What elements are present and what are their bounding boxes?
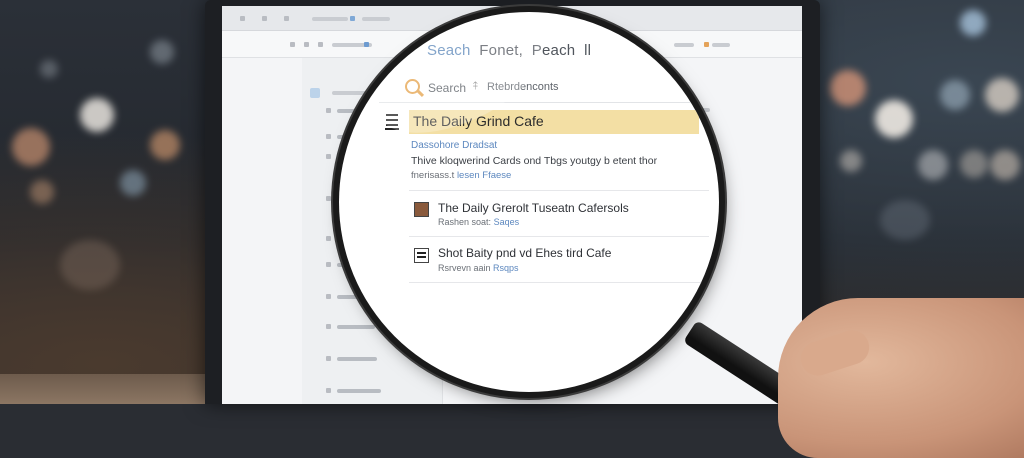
result-title-1[interactable]: The Daily Grerolt Tuseatn Cafersols	[438, 201, 629, 215]
detail-meta-link[interactable]: lesen	[457, 170, 480, 181]
detail-meta: fnerisass.t lesen Ffaese	[411, 170, 511, 181]
hand	[778, 298, 1024, 458]
result-sub-link-1[interactable]: Saqes	[494, 217, 520, 227]
detail-meta-suffix[interactable]: Ffaese	[482, 170, 511, 181]
result-divider	[409, 282, 709, 283]
result-divider	[409, 190, 709, 191]
result-thumbnail-2	[414, 248, 429, 263]
result-thumbnail-1	[414, 202, 429, 217]
tab-title-extra: ll	[584, 42, 592, 59]
result-sub-2: Rsrvevn aain Rsqps	[438, 263, 519, 273]
result-sub-prefix-2: Rsrvevn aain	[438, 263, 491, 273]
detail-link[interactable]: Dassohore Dradsat	[411, 140, 497, 151]
result-divider	[409, 236, 709, 237]
detail-description: Thive kloqwerind Cards ond Tbgs youtgy b…	[411, 155, 658, 167]
detail-meta-prefix: fnerisass.t	[411, 170, 455, 181]
result-sub-link-2[interactable]: Rsqps	[493, 263, 519, 273]
result-sub-prefix-1: Rashen soat:	[438, 217, 492, 227]
magnifying-glass-lens: Seach Fonet, Peach ll Search ⤉ Rtebrdenc…	[339, 12, 719, 392]
result-title-2[interactable]: Shot Baity pnd vd Ehes tird Cafe	[438, 246, 611, 260]
result-sub-1: Rashen soat: Saqes	[438, 217, 519, 227]
